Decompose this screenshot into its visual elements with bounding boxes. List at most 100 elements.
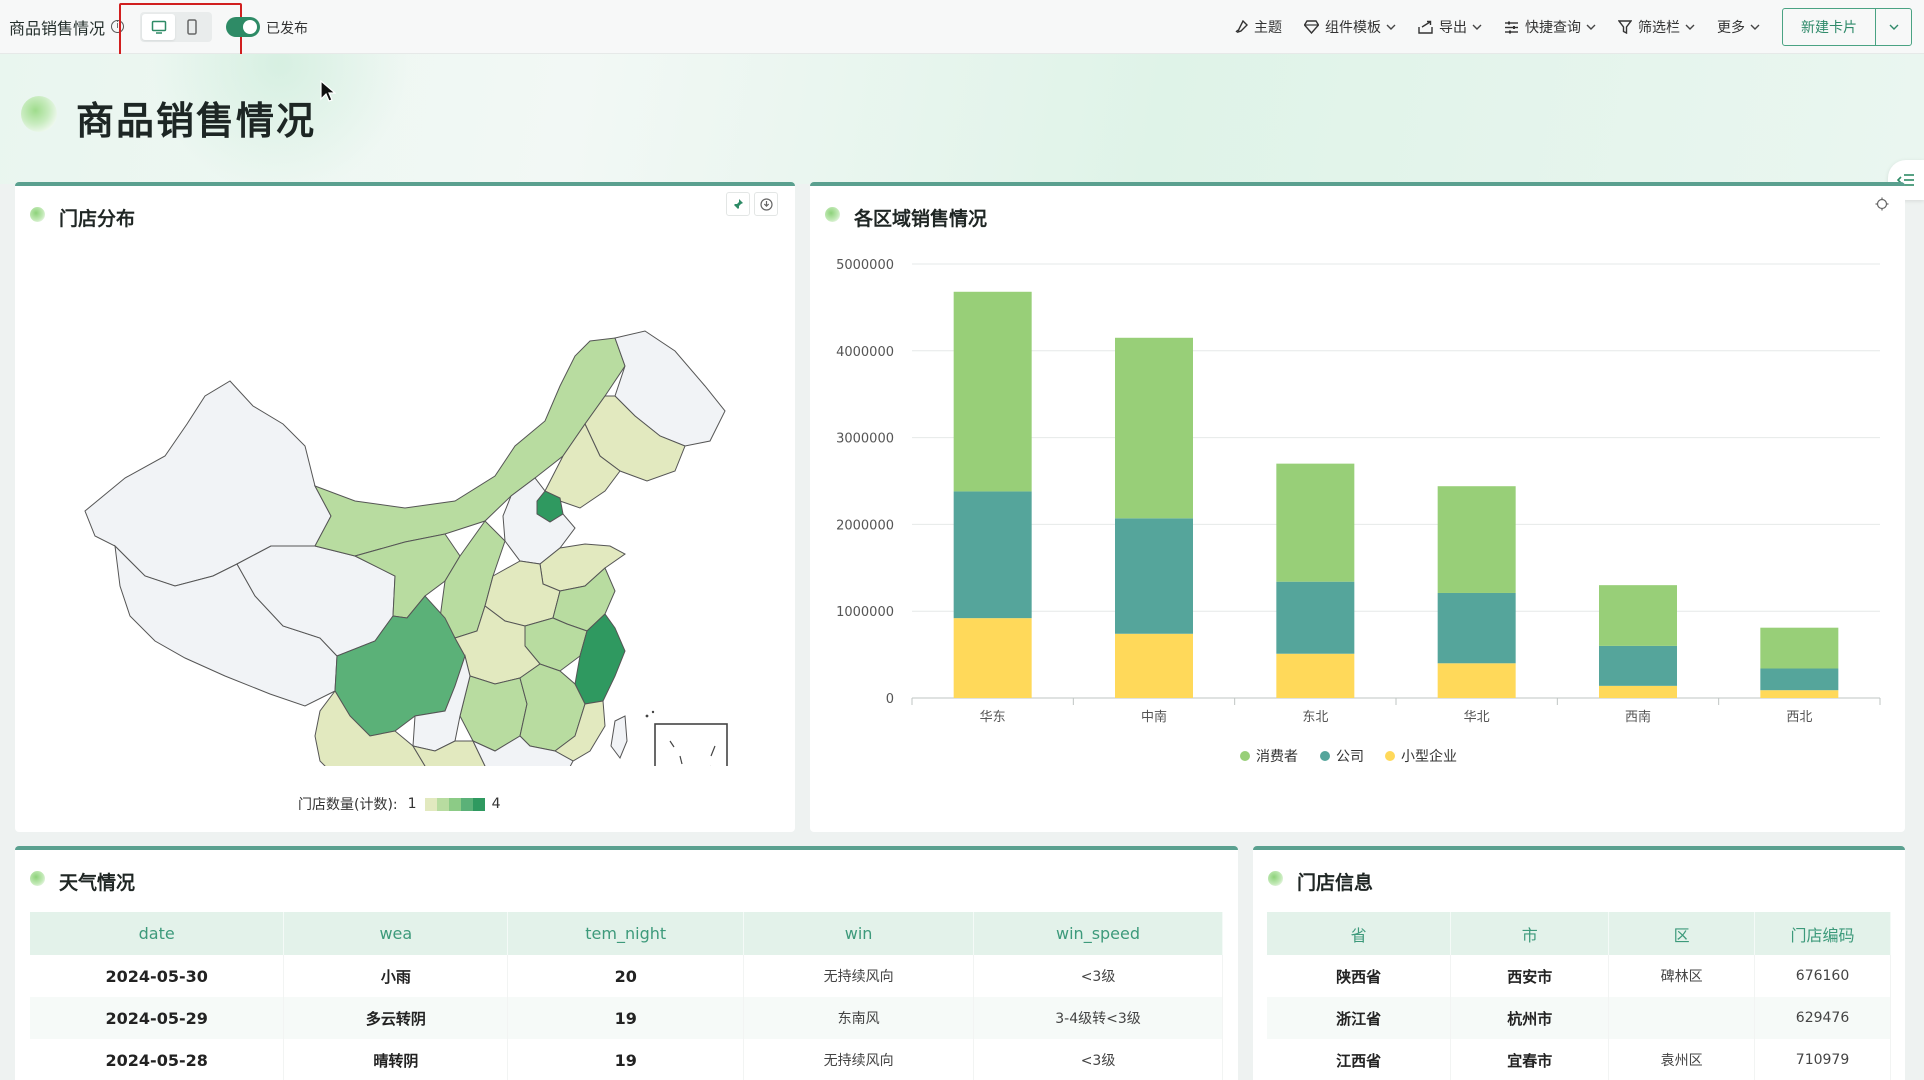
legend-color-scale	[424, 797, 485, 811]
table-row[interactable]: 2024-05-29 多云转阴 19 东南风 3-4级转<3级	[30, 997, 1223, 1039]
bar-segment[interactable]	[1599, 685, 1677, 698]
region-sales-card: 各区域销售情况 5000000 4000000 3000000 2000000 1000…	[810, 182, 1905, 832]
bar-segment[interactable]	[1599, 585, 1677, 646]
region-taiwan[interactable]	[610, 715, 628, 760]
title-decoration	[21, 96, 57, 132]
card-title-dot	[825, 207, 840, 222]
download-button[interactable]	[754, 192, 778, 216]
bar-segment[interactable]	[1760, 627, 1839, 669]
cell-wea: 多云转阴	[283, 997, 509, 1039]
bar-segment[interactable]	[1115, 337, 1193, 519]
table-row[interactable]: 陕西省 西安市 碑林区 676160	[1267, 955, 1891, 997]
cell-wea: 小雨	[283, 955, 509, 997]
cell-win-speed: <3级	[973, 1039, 1223, 1080]
store-map-card: 门店分布 门店数量(计数): 1 4	[15, 182, 795, 832]
stacked-bar-chart: 5000000 4000000 3000000 2000000 1000000 0 华东 中南…	[836, 258, 1881, 765]
column-header[interactable]: 区	[1608, 912, 1756, 955]
bar-segment[interactable]	[1276, 463, 1355, 582]
column-header[interactable]: 市	[1450, 912, 1610, 955]
card-title: 门店分布	[59, 208, 136, 230]
weather-card: 天气情况 date wea tem_night win win_speed 20…	[15, 846, 1238, 1080]
publish-label: 已发布	[266, 21, 308, 37]
publish-toggle[interactable]	[226, 17, 260, 37]
bar-segment[interactable]	[953, 491, 1032, 619]
table-row[interactable]: 浙江省 杭州市 629476	[1267, 997, 1891, 1039]
column-header[interactable]: 省	[1267, 912, 1452, 955]
diamond-icon	[1304, 20, 1319, 34]
export-icon	[1418, 20, 1433, 34]
y-tick-label: 2000000	[836, 518, 894, 533]
bar-segment[interactable]	[1760, 690, 1839, 698]
app-title: 商品销售情况	[9, 18, 106, 38]
legend-min: 1	[407, 796, 417, 812]
card-title-dot	[30, 207, 45, 222]
legend-swatch	[436, 797, 449, 811]
bar-segment[interactable]	[1276, 653, 1355, 698]
chevron-down-icon	[1750, 24, 1760, 30]
export-menu[interactable]: 导出	[1418, 17, 1482, 37]
legend-label[interactable]: 小型企业	[1401, 748, 1457, 765]
new-card-dropdown[interactable]	[1875, 9, 1911, 45]
mobile-view-button[interactable]	[175, 14, 208, 40]
legend-label[interactable]: 消费者	[1256, 749, 1298, 765]
bar-segment[interactable]	[1276, 581, 1355, 654]
bar-segment[interactable]	[1760, 668, 1839, 691]
page-title: 商品销售情况	[76, 99, 317, 143]
bar-segment[interactable]	[1599, 645, 1677, 686]
bar-segment[interactable]	[1437, 592, 1516, 664]
brush-icon	[1234, 20, 1248, 34]
column-header[interactable]: tem_night	[507, 912, 745, 955]
legend-swatch	[472, 797, 485, 811]
cell-province: 江西省	[1267, 1039, 1452, 1080]
legend-marker[interactable]	[1240, 751, 1250, 761]
filter-bar-menu[interactable]: 筛选栏	[1618, 17, 1695, 37]
cell-district: 碑林区	[1608, 955, 1756, 997]
funnel-icon	[1618, 20, 1632, 34]
table-row[interactable]: 江西省 宜春市 袁州区 710979	[1267, 1039, 1891, 1080]
cell-city: 杭州市	[1450, 997, 1610, 1039]
legend-marker[interactable]	[1320, 751, 1330, 761]
bar-segment[interactable]	[1115, 518, 1193, 634]
dashboard-banner: 商品销售情况	[0, 54, 1924, 184]
legend-label: 门店数量(计数):	[298, 797, 398, 813]
new-card-button[interactable]: 新建卡片	[1783, 9, 1875, 45]
phone-icon	[186, 19, 197, 35]
table-row[interactable]: 2024-05-28 晴转阴 19 无持续风向 <3级	[30, 1039, 1223, 1080]
column-header[interactable]: win	[743, 912, 975, 955]
bar-segment[interactable]	[953, 618, 1032, 698]
x-tick-label: 华东	[980, 710, 1006, 725]
column-header[interactable]: date	[30, 912, 285, 955]
theme-button[interactable]: 主题	[1234, 17, 1282, 37]
bar-segment[interactable]	[953, 291, 1032, 492]
device-switch	[140, 12, 212, 42]
column-header[interactable]: 门店编码	[1754, 912, 1891, 955]
column-header[interactable]: win_speed	[973, 912, 1223, 955]
template-menu[interactable]: 组件模板	[1304, 17, 1396, 37]
map-legend: 门店数量(计数): 1 4	[298, 794, 500, 814]
download-icon	[759, 197, 773, 211]
table-row[interactable]: 2024-05-30 小雨 20 无持续风向 <3级	[30, 955, 1223, 997]
cell-win: 无持续风向	[743, 1039, 975, 1080]
cell-win: 东南风	[743, 997, 975, 1039]
cell-win: 无持续风向	[743, 955, 975, 997]
quick-query-label: 快捷查询	[1525, 20, 1581, 36]
crosshair-icon	[1875, 197, 1889, 211]
more-label: 更多	[1717, 20, 1745, 36]
y-tick-label: 0	[886, 692, 894, 707]
cell-date: 2024-05-28	[30, 1039, 285, 1080]
bar-segment[interactable]	[1115, 633, 1193, 698]
monitor-icon	[151, 20, 166, 34]
legend-label[interactable]: 公司	[1336, 749, 1364, 765]
bar-segment[interactable]	[1437, 486, 1516, 593]
column-header[interactable]: wea	[283, 912, 509, 955]
desktop-view-button[interactable]	[142, 14, 175, 40]
legend-marker[interactable]	[1385, 751, 1395, 761]
locate-button[interactable]	[1870, 192, 1894, 216]
cell-city: 宜春市	[1450, 1039, 1610, 1080]
bar-segment[interactable]	[1437, 663, 1516, 698]
pin-button[interactable]	[726, 192, 750, 216]
template-label: 组件模板	[1325, 20, 1381, 36]
legend-swatch	[460, 797, 473, 811]
more-menu[interactable]: 更多	[1717, 17, 1760, 37]
quick-query-menu[interactable]: 快捷查询	[1504, 17, 1596, 37]
